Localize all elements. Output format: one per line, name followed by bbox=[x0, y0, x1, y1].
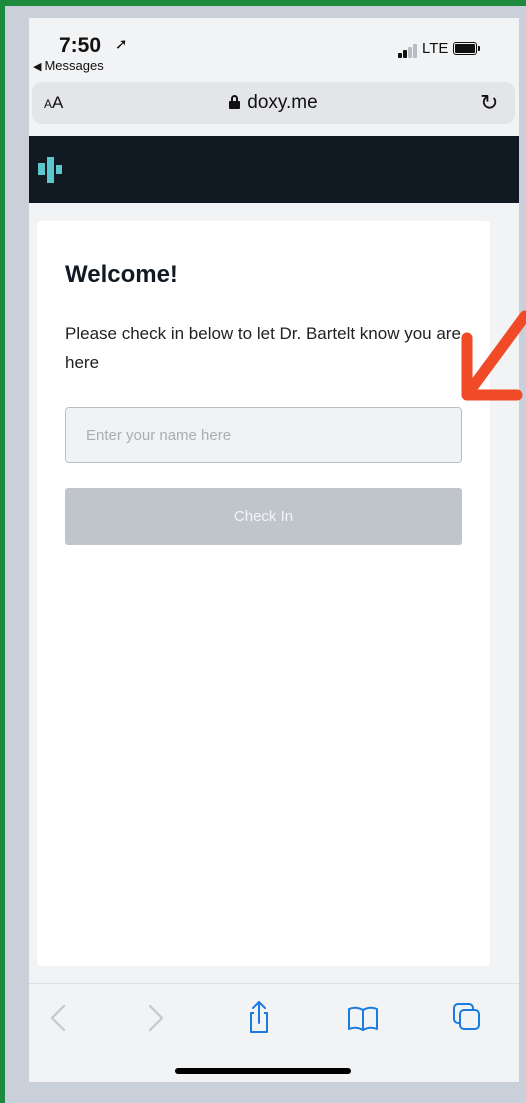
welcome-heading: Welcome! bbox=[65, 261, 178, 288]
browser-toolbar bbox=[29, 983, 519, 1082]
lock-icon bbox=[229, 95, 241, 109]
battery-tip bbox=[478, 46, 480, 51]
url-text: doxy.me bbox=[247, 92, 318, 113]
phone-screen: 7:50 ➚ ◀ Messages LTE AA doxy.me ↻ Welcom… bbox=[29, 18, 519, 1082]
url-field[interactable]: doxy.me bbox=[32, 92, 515, 114]
back-to-app-link[interactable]: ◀ Messages bbox=[33, 58, 104, 73]
network-type: LTE bbox=[422, 40, 449, 57]
checkin-card: Welcome! Please check in below to let Dr… bbox=[37, 221, 490, 966]
status-time: 7:50 bbox=[59, 34, 102, 57]
annotation-arrow-icon bbox=[461, 310, 526, 401]
site-header bbox=[29, 136, 519, 203]
signal-icon bbox=[398, 44, 418, 58]
status-bar: 7:50 ➚ ◀ Messages LTE bbox=[29, 18, 519, 76]
back-app-label: Messages bbox=[44, 58, 104, 73]
back-triangle-icon: ◀ bbox=[33, 61, 42, 73]
bookmarks-icon[interactable] bbox=[343, 998, 383, 1038]
share-icon[interactable] bbox=[239, 998, 279, 1038]
battery-icon bbox=[453, 42, 477, 55]
check-in-button[interactable]: Check In bbox=[65, 488, 462, 545]
tabs-icon[interactable] bbox=[447, 998, 487, 1038]
checkin-instructions: Please check in below to let Dr. Bartelt… bbox=[65, 324, 461, 372]
name-input[interactable] bbox=[65, 407, 462, 463]
home-indicator bbox=[175, 1068, 351, 1074]
location-arrow-icon: ➚ bbox=[115, 36, 128, 53]
forward-icon[interactable] bbox=[134, 998, 174, 1038]
back-icon[interactable] bbox=[40, 998, 80, 1038]
reload-icon[interactable]: ↻ bbox=[480, 90, 498, 116]
doxy-logo-icon[interactable] bbox=[38, 157, 64, 183]
address-bar[interactable]: AA doxy.me ↻ bbox=[32, 82, 515, 124]
